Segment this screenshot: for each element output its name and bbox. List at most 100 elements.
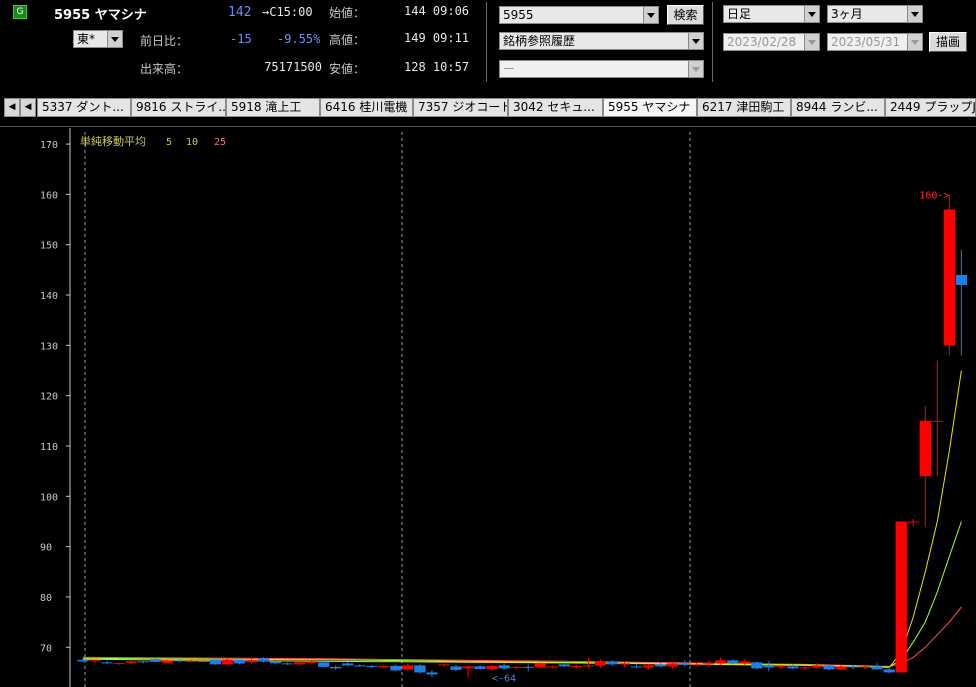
tab-1[interactable]: 9816 ストライ...	[131, 98, 226, 117]
candle-body-30	[438, 664, 450, 666]
candle-body-0	[77, 659, 89, 662]
candle-body-50	[678, 663, 691, 665]
chevron-down-icon[interactable]	[907, 34, 922, 50]
end-date-value: 2023/05/31	[831, 35, 901, 49]
candle-body-72	[943, 209, 955, 346]
candle-body-36	[510, 666, 522, 668]
candle-body-68	[895, 521, 907, 673]
exchange-select-value: 東*	[77, 32, 96, 46]
volume-value: 75171500	[264, 60, 322, 74]
y-tick-label-160: 160	[40, 190, 58, 201]
candle-body-4	[125, 661, 137, 663]
exchange-select[interactable]: 東*	[73, 30, 123, 48]
prev-diff-label: 前日比：	[140, 34, 189, 48]
candle-body-52	[703, 663, 715, 665]
candle-body-40	[558, 664, 570, 667]
range-select-value: 3ヶ月	[831, 7, 863, 21]
volume-label: 出来高：	[140, 62, 189, 76]
candle-body-69	[907, 521, 919, 523]
high-label: 高値：	[329, 33, 366, 47]
candle-body-2	[101, 662, 113, 664]
candle-body-62	[823, 665, 835, 670]
y-tick-label-140: 140	[40, 291, 58, 302]
candle-body-17	[281, 663, 294, 665]
chevron-down-icon[interactable]	[907, 6, 922, 22]
sub-select[interactable]: ー	[499, 60, 704, 78]
candle-body-6	[149, 659, 161, 662]
tab-4[interactable]: 7357 ジオコード	[413, 98, 508, 117]
tab-8[interactable]: 8944 ランビ...	[791, 98, 885, 117]
candle-body-38	[534, 663, 546, 668]
candle-body-55	[739, 661, 751, 664]
candle-body-23	[354, 665, 366, 667]
candlestick-chart[interactable]: 70 80 90 100 110 120 130 140 150 160 170 単純移動平均 5 10 2…	[0, 128, 976, 687]
stock-code-input[interactable]: 5955	[499, 6, 659, 24]
chevron-down-icon[interactable]	[643, 7, 658, 23]
candle-body-57	[763, 664, 775, 668]
candle-body-37	[522, 666, 534, 668]
candle-body-48	[654, 664, 667, 667]
candle-body-44	[606, 661, 619, 665]
prev-diff-value: -15	[230, 32, 252, 46]
tab-3[interactable]: 6416 桂川電機	[320, 98, 413, 117]
price-time: →C15:00	[262, 5, 313, 19]
draw-button[interactable]: 描画	[929, 32, 967, 52]
candle-body-12	[221, 659, 234, 665]
candle-body-16	[269, 661, 282, 664]
tab-6[interactable]: 5955 ヤマシナ	[603, 98, 697, 117]
candle-body-13	[233, 659, 246, 664]
candle-body-32	[462, 666, 474, 669]
candle-body-46	[630, 666, 643, 668]
open-label: 始値：	[329, 6, 366, 20]
tab-0[interactable]: 5337 ダント...	[37, 98, 131, 117]
tab-5[interactable]: 3042 セキュ...	[508, 98, 603, 117]
candle-body-70	[919, 420, 931, 477]
ma-legend-10: 10	[186, 137, 198, 148]
chevron-down-icon[interactable]	[688, 33, 703, 49]
chevron-down-icon[interactable]	[804, 6, 819, 22]
chevron-down-icon[interactable]	[107, 31, 122, 47]
candle-body-31	[450, 666, 462, 670]
tab-7[interactable]: 6217 津田駒工	[697, 98, 791, 117]
start-date-picker[interactable]: 2023/02/28	[723, 33, 820, 51]
candle-body-7	[161, 660, 173, 663]
y-tick-label-100: 100	[40, 492, 58, 503]
search-button[interactable]: 検索	[667, 5, 704, 25]
candle-body-51	[691, 664, 703, 666]
candle-body-65	[859, 666, 871, 668]
candle-body-35	[498, 665, 510, 669]
candle-body-28	[414, 665, 426, 673]
candle-body-59	[787, 666, 799, 669]
candle-body-73	[955, 274, 967, 285]
chart-top-border	[0, 126, 976, 127]
candle-body-66	[871, 666, 883, 670]
y-tick-label-110: 110	[40, 442, 58, 453]
candle-body-5	[137, 661, 149, 663]
end-date-picker[interactable]: 2023/05/31	[827, 33, 923, 51]
candle-body-67	[883, 669, 895, 673]
candle-body-22	[342, 663, 354, 666]
candle-body-41	[570, 665, 582, 667]
candle-body-43	[594, 661, 607, 666]
low-annotation: <-64	[492, 673, 516, 684]
candle-body-26	[390, 665, 402, 671]
interval-select[interactable]: 日足	[723, 5, 820, 23]
candle-body-1	[89, 660, 101, 662]
candle-body-15	[257, 658, 270, 662]
candle-body-21	[330, 666, 342, 669]
skip-start-icon[interactable]: ◀	[4, 98, 20, 117]
candle-body-3	[113, 662, 125, 664]
chevron-down-icon[interactable]	[688, 61, 703, 77]
tab-2[interactable]: 5918 滝上工	[226, 98, 320, 117]
history-select[interactable]: 銘柄参照履歴	[499, 32, 704, 50]
open-value: 144 09:06	[404, 4, 470, 18]
candle-body-61	[811, 665, 823, 668]
chevron-down-icon[interactable]	[804, 34, 819, 50]
range-select[interactable]: 3ヶ月	[827, 5, 923, 23]
prev-diff-pct: -9.55%	[277, 32, 321, 46]
prev-icon[interactable]: ◀	[20, 98, 36, 117]
ma25-line	[82, 606, 962, 667]
y-tick-label-80: 80	[40, 593, 52, 604]
candle-body-60	[799, 667, 811, 669]
tab-9[interactable]: 2449 プラップJ	[885, 98, 976, 117]
